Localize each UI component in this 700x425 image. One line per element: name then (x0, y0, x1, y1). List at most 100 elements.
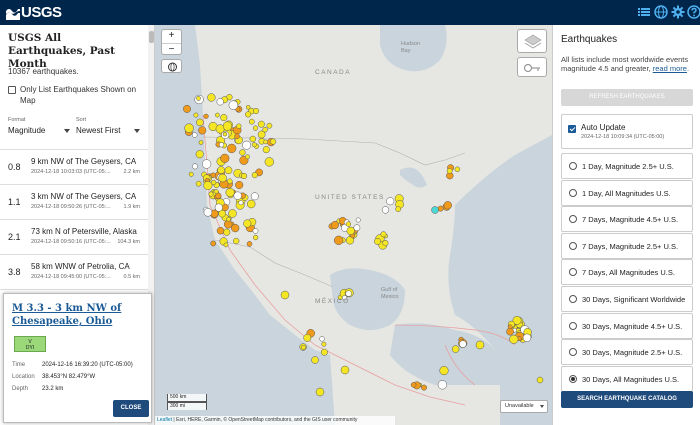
quake-marker[interactable] (251, 142, 257, 148)
feed-option[interactable]: 1 Day, All Magnitudes U.S. (561, 179, 693, 206)
quake-marker[interactable] (236, 123, 242, 129)
quake-marker[interactable] (340, 365, 350, 375)
quake-marker[interactable] (262, 126, 268, 133)
quake-marker[interactable] (303, 333, 312, 342)
quake-marker[interactable] (243, 219, 252, 228)
read-more-link[interactable]: read more (653, 64, 687, 73)
quake-marker[interactable] (353, 224, 361, 232)
quake-marker[interactable] (437, 380, 448, 390)
quake-marker[interactable] (239, 149, 246, 156)
quake-marker[interactable] (252, 107, 260, 115)
list-item[interactable]: 2.1 73 km N of Petersville, Alaska 2024-… (0, 220, 148, 255)
quake-marker[interactable] (380, 231, 387, 238)
quake-marker[interactable] (217, 166, 225, 174)
quake-marker[interactable] (215, 112, 220, 118)
quake-marker[interactable] (218, 142, 225, 148)
quake-marker[interactable] (264, 157, 274, 167)
quake-marker[interactable] (223, 228, 231, 236)
quake-marker[interactable] (231, 223, 240, 233)
auto-update-option[interactable]: Auto Update 2024-12-18 10:09:34 (UTC-05:… (561, 114, 693, 149)
quake-marker[interactable] (218, 173, 227, 183)
quake-marker[interactable] (240, 172, 248, 180)
quake-marker[interactable] (252, 125, 259, 131)
quake-marker[interactable] (225, 187, 235, 198)
feed-option[interactable]: 1 Day, Magnitude 2.5+ U.S. (561, 153, 693, 179)
quake-marker[interactable] (203, 180, 213, 191)
quake-marker[interactable] (210, 172, 216, 178)
list-item[interactable]: 0.8 9 km NW of The Geysers, CA 2024-12-1… (0, 150, 148, 185)
feed-option[interactable]: 30 Days, Magnitude 4.5+ U.S. (561, 312, 693, 339)
only-list-checkbox[interactable] (8, 86, 16, 94)
feed-radio[interactable] (569, 188, 577, 197)
quake-marker[interactable] (238, 200, 244, 206)
quake-marker[interactable] (228, 100, 239, 110)
globe-icon[interactable] (654, 5, 668, 19)
legend-button[interactable] (517, 57, 547, 77)
sort-select[interactable]: Newest First (76, 126, 140, 137)
feed-option[interactable]: 7 Days, All Magnitudes U.S. (561, 259, 693, 286)
quake-marker[interactable] (319, 336, 325, 342)
quake-marker[interactable] (431, 206, 439, 214)
quake-marker[interactable] (270, 138, 277, 145)
quake-marker[interactable] (245, 111, 252, 118)
quake-marker[interactable] (509, 334, 519, 344)
quake-marker[interactable] (249, 135, 257, 143)
quake-marker[interactable] (386, 197, 395, 206)
quake-marker[interactable] (475, 340, 485, 350)
quake-marker[interactable] (195, 180, 202, 187)
quake-marker[interactable] (334, 235, 344, 245)
quake-marker[interactable] (280, 290, 290, 300)
quake-marker[interactable] (381, 206, 390, 214)
quake-marker[interactable] (183, 104, 191, 113)
tile-status-select[interactable]: Unavailable (500, 400, 548, 413)
earthquake-map[interactable]: + − CANADA UNITED STATES MÉXICO Gulf of … (155, 25, 552, 425)
feed-radio[interactable] (569, 268, 577, 277)
quake-marker[interactable] (245, 154, 250, 160)
quake-marker[interactable] (248, 118, 255, 125)
quake-marker[interactable] (203, 113, 209, 119)
close-button[interactable]: CLOSE (113, 400, 149, 417)
quake-marker[interactable] (198, 140, 204, 145)
quake-marker[interactable] (222, 121, 233, 131)
quake-marker[interactable] (215, 192, 222, 199)
list-item[interactable]: 3.8 58 km WNW of Petrolia, CA 2024-12-18… (0, 255, 148, 290)
zoom-out-button[interactable]: − (162, 43, 181, 55)
zoom-in-button[interactable]: + (162, 30, 181, 42)
quake-marker[interactable] (196, 96, 201, 101)
quake-marker[interactable] (235, 180, 244, 190)
quake-marker[interactable] (382, 240, 389, 247)
quake-marker[interactable] (459, 340, 467, 348)
quake-marker[interactable] (507, 324, 513, 330)
quake-marker[interactable] (246, 199, 256, 209)
feed-option[interactable]: 7 Days, Magnitude 4.5+ U.S. (561, 206, 693, 233)
feed-option[interactable]: 30 Days, Magnitude 2.5+ U.S. (561, 339, 693, 366)
locate-button[interactable] (161, 59, 182, 73)
quake-marker[interactable] (300, 344, 306, 350)
quake-marker[interactable] (345, 290, 352, 297)
quake-marker[interactable] (188, 171, 194, 177)
feed-radio[interactable] (569, 215, 577, 224)
list-item[interactable]: 1.1 3 km NW of The Geysers, CA 2024-12-1… (0, 185, 148, 220)
quake-marker[interactable] (195, 150, 204, 159)
feed-radio[interactable] (569, 321, 577, 330)
quake-marker[interactable] (252, 234, 259, 241)
quake-marker[interactable] (184, 123, 194, 133)
quake-marker[interactable] (443, 201, 452, 210)
quake-marker[interactable] (246, 241, 253, 247)
quake-marker[interactable] (233, 191, 242, 200)
quake-marker[interactable] (193, 112, 199, 118)
quake-marker[interactable] (330, 221, 339, 230)
quake-marker[interactable] (210, 240, 217, 247)
quake-marker[interactable] (446, 168, 453, 174)
feed-radio[interactable] (569, 374, 577, 383)
quake-marker[interactable] (262, 146, 270, 154)
quake-marker[interactable] (355, 217, 361, 223)
quake-marker[interactable] (201, 159, 212, 169)
quake-marker[interactable] (320, 348, 328, 356)
quake-marker[interactable] (223, 242, 229, 248)
quake-marker[interactable] (252, 228, 259, 234)
quake-marker[interactable] (220, 114, 228, 122)
gear-icon[interactable] (671, 5, 685, 19)
format-select[interactable]: Magnitude (8, 126, 70, 137)
quake-marker[interactable] (536, 376, 544, 384)
